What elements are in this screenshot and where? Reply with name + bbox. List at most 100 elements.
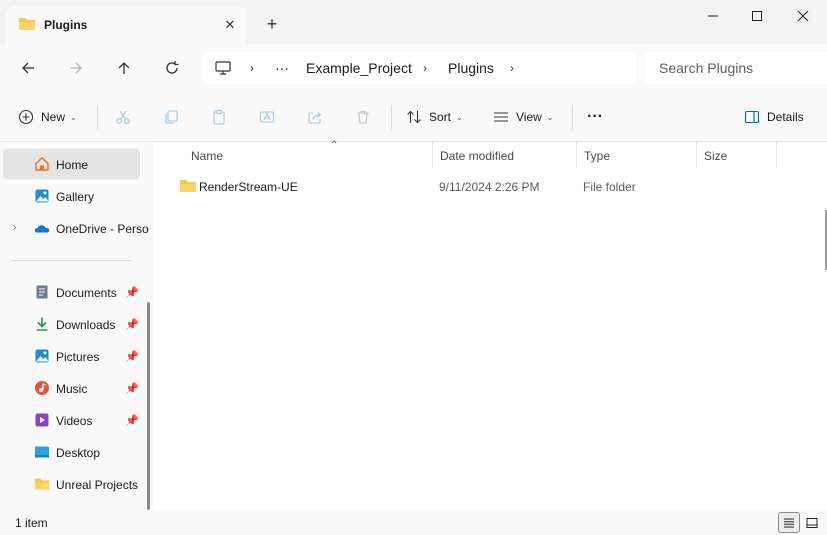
- desktop-icon: [35, 446, 49, 458]
- table-row[interactable]: RenderStream-UE 9/11/2024 2:26 PM File f…: [172, 175, 812, 197]
- music-icon: [35, 381, 49, 395]
- file-name: RenderStream-UE: [199, 180, 298, 194]
- paste-icon: [213, 109, 225, 125]
- sidebar-item-home[interactable]: Home: [3, 149, 140, 179]
- minimize-icon: [708, 15, 718, 17]
- sidebar-item-pictures[interactable]: Pictures 📌: [3, 341, 140, 371]
- minimize-button[interactable]: [690, 4, 736, 28]
- breadcrumb-plugins[interactable]: Plugins: [448, 60, 494, 76]
- sidebar-divider: [11, 260, 132, 261]
- onedrive-icon: [34, 225, 50, 233]
- pin-icon[interactable]: 📌: [125, 350, 139, 363]
- up-arrow-icon: [118, 62, 130, 74]
- forward-button[interactable]: [60, 54, 92, 82]
- refresh-icon: [166, 61, 179, 74]
- plus-circle-icon: [18, 109, 34, 125]
- navigation-pane: Home Gallery › OneDrive - Perso Document…: [0, 142, 153, 510]
- videos-icon: [35, 413, 49, 427]
- column-header-size[interactable]: Size: [697, 142, 777, 168]
- delete-button[interactable]: [355, 104, 371, 130]
- chevron-right-icon[interactable]: ›: [13, 222, 16, 233]
- share-button[interactable]: [307, 104, 323, 130]
- details-pane-button[interactable]: Details: [744, 104, 804, 130]
- breadcrumb-separator[interactable]: ›: [423, 61, 427, 75]
- pin-icon[interactable]: 📌: [125, 318, 139, 331]
- file-list: Name ⌃ Date modified Type Size RenderStr…: [158, 140, 827, 510]
- breadcrumb-more[interactable]: ···: [275, 60, 289, 76]
- address-bar[interactable]: › ··· Example_Project › Plugins ›: [202, 52, 636, 84]
- copy-icon: [165, 110, 178, 124]
- pin-icon[interactable]: 📌: [125, 286, 139, 299]
- this-pc-icon[interactable]: [214, 60, 232, 79]
- forward-arrow-icon: [70, 62, 82, 74]
- search-input[interactable]: Search Plugins: [645, 52, 827, 84]
- chevron-down-icon: ⌄: [546, 113, 554, 122]
- tab-close-button[interactable]: ✕: [220, 15, 240, 35]
- home-icon: [35, 157, 49, 171]
- gallery-icon: [35, 189, 49, 203]
- item-count: 1 item: [15, 516, 48, 530]
- sidebar-item-gallery[interactable]: Gallery: [3, 181, 140, 211]
- details-view-button[interactable]: [778, 512, 800, 533]
- sidebar-item-videos[interactable]: Videos 📌: [3, 405, 140, 435]
- sort-ascending-icon: ⌃: [330, 140, 339, 151]
- address-row: › ··· Example_Project › Plugins › Search…: [0, 44, 827, 92]
- divider: [97, 105, 98, 129]
- sidebar-item-downloads[interactable]: Downloads 📌: [3, 309, 140, 339]
- sidebar-item-desktop[interactable]: Desktop: [3, 437, 140, 467]
- pin-icon[interactable]: 📌: [125, 414, 139, 427]
- rename-icon: [259, 111, 275, 123]
- refresh-button[interactable]: [156, 54, 188, 82]
- breadcrumb-example-project[interactable]: Example_Project: [306, 60, 412, 76]
- close-window-button[interactable]: [780, 4, 826, 28]
- up-button[interactable]: [108, 54, 140, 82]
- sidebar-item-unreal-projects[interactable]: Unreal Projects: [3, 469, 140, 499]
- details-pane-icon: [744, 110, 760, 124]
- back-button[interactable]: [12, 54, 44, 82]
- sort-label: Sort: [429, 110, 452, 124]
- details-view-icon: [784, 518, 794, 527]
- view-button[interactable]: View ⌄: [493, 104, 554, 130]
- file-date-modified: 9/11/2024 2:26 PM: [439, 180, 540, 194]
- more-options-button[interactable]: ···: [587, 104, 603, 130]
- maximize-icon: [752, 11, 762, 21]
- chevron-down-icon: ⌄: [70, 113, 77, 122]
- divider: [391, 105, 392, 129]
- cut-icon: [116, 110, 130, 124]
- command-bar: New ⌄ Sort ⌄ View ⌄ ··· Details: [0, 92, 827, 142]
- folder-icon: [180, 180, 196, 192]
- sidebar-item-onedrive[interactable]: › OneDrive - Perso: [3, 213, 149, 243]
- tab-title: Plugins: [44, 18, 88, 32]
- breadcrumb-separator[interactable]: ›: [510, 61, 514, 75]
- new-button[interactable]: New ⌄: [18, 104, 77, 130]
- breadcrumb-separator[interactable]: ›: [250, 61, 254, 75]
- close-icon: [797, 10, 809, 22]
- back-arrow-icon: [22, 62, 34, 74]
- downloads-icon: [36, 317, 48, 331]
- maximize-button[interactable]: [734, 4, 780, 28]
- copy-button[interactable]: [163, 104, 179, 130]
- share-icon: [308, 112, 321, 124]
- title-bar: Plugins ✕ +: [0, 0, 827, 44]
- documents-icon: [36, 285, 48, 299]
- sort-icon: [407, 110, 421, 124]
- new-label: New: [41, 110, 66, 124]
- search-placeholder: Search Plugins: [659, 60, 754, 76]
- sort-button[interactable]: Sort ⌄: [406, 104, 463, 130]
- column-header-date-modified[interactable]: Date modified: [433, 142, 577, 168]
- folder-icon: [34, 478, 50, 490]
- sidebar-scrollbar[interactable]: [147, 302, 150, 510]
- sidebar-item-documents[interactable]: Documents 📌: [3, 277, 140, 307]
- rename-button[interactable]: [259, 104, 275, 130]
- tiles-view-button[interactable]: [801, 512, 823, 533]
- column-header-type[interactable]: Type: [577, 142, 697, 168]
- paste-button[interactable]: [211, 104, 227, 130]
- pin-icon[interactable]: 📌: [125, 382, 139, 395]
- chevron-down-icon: ⌄: [456, 113, 463, 122]
- cut-button[interactable]: [115, 104, 131, 130]
- sidebar-item-music[interactable]: Music 📌: [3, 373, 140, 403]
- tiles-view-icon: [806, 517, 818, 528]
- tab-plugins[interactable]: Plugins ✕: [6, 6, 246, 44]
- column-header-name[interactable]: Name ⌃: [184, 140, 433, 168]
- new-tab-button[interactable]: +: [262, 14, 282, 34]
